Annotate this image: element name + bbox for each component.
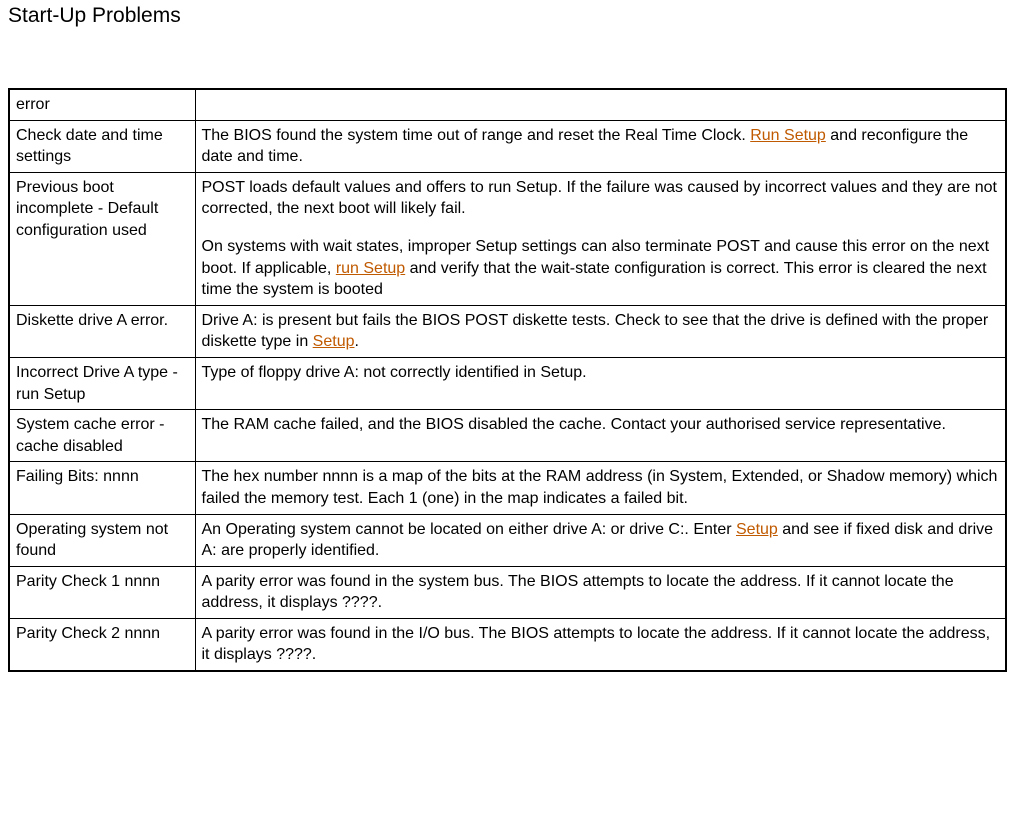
- table-row: Diskette drive A error.Drive A: is prese…: [9, 305, 1006, 357]
- table-row: Operating system not foundAn Operating s…: [9, 514, 1006, 566]
- table-row: Check date and time settingsThe BIOS fou…: [9, 120, 1006, 172]
- setup-link[interactable]: Setup: [313, 333, 355, 350]
- setup-link[interactable]: Setup: [736, 521, 778, 538]
- error-table: errorCheck date and time settingsThe BIO…: [8, 88, 1007, 672]
- error-description-cell: An Operating system cannot be located on…: [195, 514, 1006, 566]
- table-row: Failing Bits: nnnnThe hex number nnnn is…: [9, 462, 1006, 514]
- error-description-cell: The BIOS found the system time out of ra…: [195, 120, 1006, 172]
- description-paragraph: On systems with wait states, improper Se…: [202, 236, 1000, 301]
- error-name-cell: System cache error - cache disabled: [9, 410, 195, 462]
- error-name-cell: Incorrect Drive A type - run Setup: [9, 357, 195, 409]
- error-name-cell: Check date and time settings: [9, 120, 195, 172]
- error-description-cell: POST loads default values and offers to …: [195, 172, 1006, 305]
- error-name-cell: Failing Bits: nnnn: [9, 462, 195, 514]
- error-description-cell: [195, 89, 1006, 120]
- error-description-cell: Drive A: is present but fails the BIOS P…: [195, 305, 1006, 357]
- error-name-cell: error: [9, 89, 195, 120]
- table-row: Parity Check 1 nnnnA parity error was fo…: [9, 566, 1006, 618]
- table-row: Previous boot incomplete - Default confi…: [9, 172, 1006, 305]
- error-name-cell: Parity Check 1 nnnn: [9, 566, 195, 618]
- table-row: Parity Check 2 nnnnA parity error was fo…: [9, 618, 1006, 671]
- error-description-cell: The RAM cache failed, and the BIOS disab…: [195, 410, 1006, 462]
- table-row: Incorrect Drive A type - run SetupType o…: [9, 357, 1006, 409]
- error-name-cell: Parity Check 2 nnnn: [9, 618, 195, 671]
- table-row: error: [9, 89, 1006, 120]
- error-description-cell: Type of floppy drive A: not correctly id…: [195, 357, 1006, 409]
- setup-link[interactable]: Run Setup: [750, 127, 826, 144]
- error-name-cell: Operating system not found: [9, 514, 195, 566]
- error-description-cell: A parity error was found in the I/O bus.…: [195, 618, 1006, 671]
- error-description-cell: A parity error was found in the system b…: [195, 566, 1006, 618]
- setup-link[interactable]: run Setup: [336, 260, 405, 277]
- page-title: Start-Up Problems: [8, 4, 1007, 28]
- error-name-cell: Previous boot incomplete - Default confi…: [9, 172, 195, 305]
- table-row: System cache error - cache disabledThe R…: [9, 410, 1006, 462]
- error-description-cell: The hex number nnnn is a map of the bits…: [195, 462, 1006, 514]
- error-name-cell: Diskette drive A error.: [9, 305, 195, 357]
- error-table-body: errorCheck date and time settingsThe BIO…: [9, 89, 1006, 671]
- description-paragraph: POST loads default values and offers to …: [202, 177, 1000, 220]
